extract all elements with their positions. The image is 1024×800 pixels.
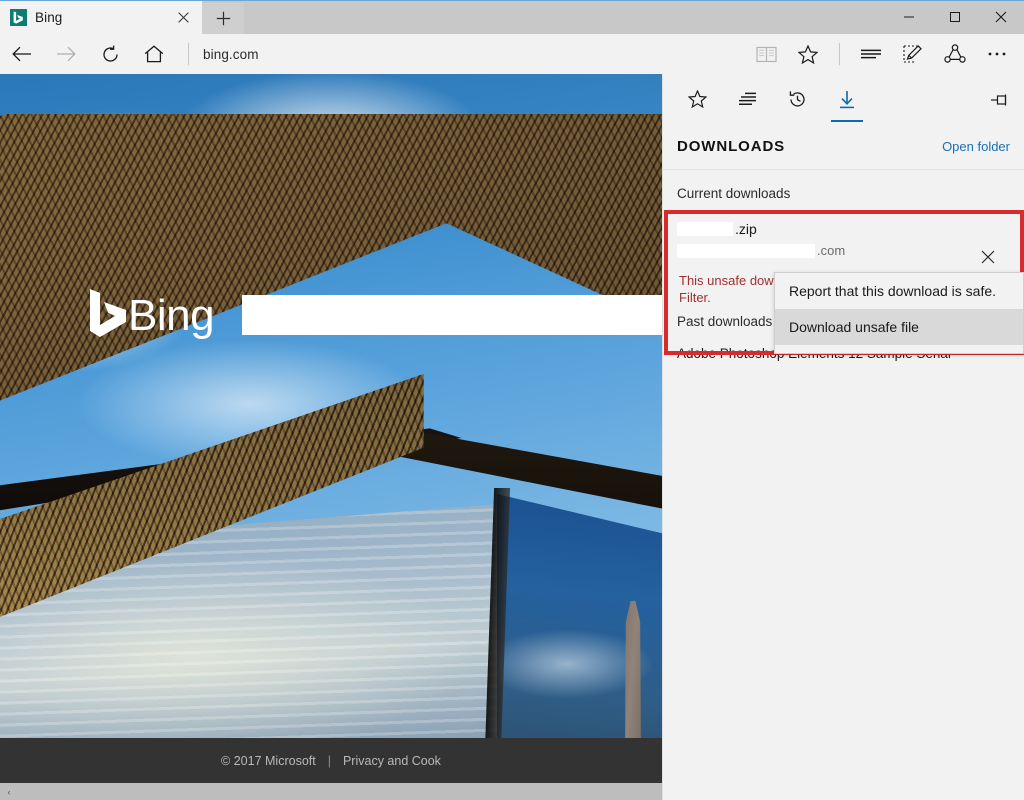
horizontal-scrollbar[interactable]: ‹ <box>0 783 662 800</box>
download-context-menu: Report that this download is safe. Downl… <box>774 272 1024 354</box>
refresh-icon[interactable] <box>88 34 132 74</box>
minimize-icon[interactable] <box>886 1 932 33</box>
hub-icon[interactable] <box>850 34 892 74</box>
scroll-left-arrow-icon[interactable]: ‹ <box>0 783 18 800</box>
browser-tab-bing[interactable]: Bing <box>0 1 202 34</box>
download-warning-line2: Filter. <box>679 290 711 305</box>
navigation-toolbar: bing.com <box>0 34 1024 74</box>
toolbar-divider <box>188 43 189 65</box>
menu-item-report-safe[interactable]: Report that this download is safe. <box>775 273 1023 309</box>
download-file-extension: .zip <box>735 221 757 237</box>
download-warning-line1: This unsafe downl <box>679 273 784 288</box>
ellipsis-icon[interactable] <box>976 34 1018 74</box>
tab-title: Bing <box>35 10 162 25</box>
hub-tab-downloads[interactable] <box>825 76 869 122</box>
open-folder-link[interactable]: Open folder <box>942 139 1010 154</box>
redacted-filename <box>677 222 733 236</box>
toolbar-divider-2 <box>839 43 840 65</box>
menu-item-download-unsafe-file[interactable]: Download unsafe file <box>775 309 1023 345</box>
pin-icon[interactable] <box>984 86 1014 114</box>
hub-panel: DOWNLOADS Open folder Current downloads … <box>662 74 1024 800</box>
star-icon[interactable] <box>787 34 829 74</box>
hub-header: DOWNLOADS Open folder <box>663 124 1024 170</box>
forward-arrow-icon[interactable] <box>44 34 88 74</box>
download-source-tld: .com <box>817 243 845 258</box>
bing-search-input[interactable] <box>242 295 662 335</box>
hero-overlay <box>0 74 662 766</box>
bing-favicon <box>10 9 27 26</box>
edge-browser-window: Bing <box>0 0 1024 800</box>
download-name-row: .zip <box>677 221 1016 237</box>
footer-copyright: © 2017 Microsoft <box>221 754 316 768</box>
hub-tab-history[interactable] <box>775 76 819 122</box>
title-bar: Bing <box>0 1 1024 34</box>
new-tab-button[interactable] <box>202 3 244 34</box>
bing-logo-text: Bing <box>128 294 214 338</box>
download-item[interactable]: .zip .com This unsafe downl Filter. <box>671 211 1016 264</box>
downloads-title: DOWNLOADS <box>677 138 785 155</box>
bing-logo: Bing <box>88 287 214 344</box>
footer-separator: | <box>316 754 343 768</box>
address-value: bing.com <box>203 47 259 62</box>
close-icon[interactable] <box>170 5 196 31</box>
menu-bottom-padding <box>775 345 1023 353</box>
footer-privacy-link[interactable]: Privacy and Cook <box>343 754 441 768</box>
hub-tab-favorites[interactable] <box>675 76 719 122</box>
share-icon[interactable] <box>934 34 976 74</box>
maximize-icon[interactable] <box>932 1 978 33</box>
bing-hero-image: Bing <box>0 74 662 766</box>
page-content: Bing © 2017 Microsoft | Privacy and Cook… <box>0 74 662 800</box>
hub-tab-bar <box>663 74 1024 124</box>
past-downloads-label: Past downloads <box>677 314 772 329</box>
download-source-row: .com <box>677 243 1016 258</box>
hub-tab-reading-list[interactable] <box>725 76 769 122</box>
cancel-download-icon[interactable] <box>974 243 1002 271</box>
page-footer: © 2017 Microsoft | Privacy and Cook <box>0 738 662 783</box>
book-icon[interactable] <box>745 34 787 74</box>
redacted-source-domain <box>677 244 815 258</box>
back-arrow-icon[interactable] <box>0 34 44 74</box>
address-bar[interactable]: bing.com <box>195 34 745 74</box>
close-window-icon[interactable] <box>978 1 1024 33</box>
tab-strip: Bing <box>0 1 244 34</box>
window-controls <box>886 1 1024 33</box>
home-icon[interactable] <box>132 34 176 74</box>
bing-logo-mark <box>88 287 128 344</box>
current-downloads-label: Current downloads <box>663 170 1024 211</box>
web-note-icon[interactable] <box>892 34 934 74</box>
toolbar-right-actions <box>745 34 1024 74</box>
